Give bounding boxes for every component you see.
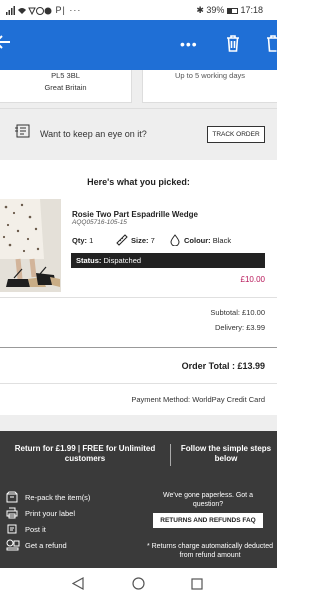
step-label: Print your label [25, 509, 76, 518]
system-status-bar: P| ··· ✱ 39% 17:18 [0, 0, 277, 20]
product-attributes: Qty: 1 Size: 7 Colour: Black [72, 234, 272, 248]
track-prompt: Want to keep an eye on it? [40, 129, 147, 139]
size-label: Size: [131, 236, 149, 245]
battery-percent: 39% [206, 5, 225, 15]
delivery-cost: Delivery: £3.99 [214, 323, 265, 332]
size-attr: Size: 7 [131, 236, 155, 245]
order-heading: Here's what you picked: [87, 177, 190, 187]
box-icon [6, 491, 18, 503]
payment-method: Payment Method: WorldPay Credit Card [131, 395, 265, 404]
address-postcode: PL5 3BL [51, 71, 80, 80]
product-code: AQQ05716-105-15 [72, 219, 127, 226]
status-left-text: P| ··· [55, 5, 82, 15]
colour-attr: Colour: Black [184, 236, 231, 245]
track-order-button[interactable]: TRACK ORDER [207, 126, 265, 143]
status-label: Status: [76, 256, 102, 265]
battery-icon [226, 7, 238, 14]
subtotal: Subtotal: £10.00 [210, 308, 265, 317]
refund-icon [6, 539, 20, 551]
signal-wifi-icons [6, 6, 52, 16]
status-right: ✱ 39% 17:18 [196, 5, 263, 16]
divider [0, 297, 277, 298]
product-image[interactable] [0, 199, 61, 292]
paperless-note: We've gone paperless. Got a question? [163, 492, 253, 508]
colour-label: Colour: [184, 236, 211, 245]
returns-faq-button[interactable]: RETURNS AND REFUNDS FAQ [153, 513, 263, 528]
colour-value: Black [212, 236, 232, 245]
address-cards-band: PL5 3BL Great Britain Up to 5 working da… [0, 70, 277, 108]
ruler-icon [116, 234, 128, 248]
order-summary: Here's what you picked: Rosie Two Part E… [0, 160, 277, 415]
post-icon [6, 523, 18, 535]
app-bar: ••• [0, 20, 280, 70]
size-value: 7 [150, 236, 155, 245]
tracking-icon [15, 124, 31, 143]
nav-recents-icon[interactable] [191, 577, 203, 595]
step-label: Get a refund [25, 541, 67, 550]
printer-icon [6, 507, 18, 519]
nav-home-icon[interactable] [132, 577, 145, 595]
section-gap [0, 415, 277, 431]
address-country: Great Britain [44, 83, 87, 92]
status-value: Dispatched [103, 256, 142, 265]
returns-panel: Return for £1.99 | FREE for Unlimited cu… [0, 431, 277, 568]
divider [170, 444, 171, 466]
status-left: P| ··· [6, 5, 82, 16]
returns-price-title: Return for £1.99 | FREE for Unlimited cu… [14, 444, 156, 463]
order-total: Order Total : £13.99 [181, 361, 265, 371]
clock: 17:18 [240, 5, 263, 15]
returns-charge-note: * Returns charge automatically deducted … [146, 543, 274, 559]
system-nav-bar [0, 568, 277, 600]
delivery-card: Up to 5 working days [142, 70, 277, 103]
trash-icon-secondary[interactable] [266, 34, 280, 57]
nav-back-icon[interactable] [71, 576, 84, 595]
arrow-left-icon[interactable] [0, 34, 12, 54]
more-dots-icon[interactable]: ••• [180, 36, 198, 52]
qty-attr: Qty: 1 [72, 236, 93, 245]
address-card: PL5 3BL Great Britain [0, 70, 132, 103]
divider [0, 347, 277, 348]
returns-steps-title: Follow the simple steps below [180, 444, 272, 463]
dispatch-status: Status: Dispatched [71, 253, 265, 268]
qty-label: Qty: [72, 236, 87, 245]
step-label: Re-pack the item(s) [25, 493, 91, 502]
trash-icon[interactable] [226, 34, 240, 57]
qty-value: 1 [89, 236, 94, 245]
bluetooth-icon: ✱ [196, 5, 204, 15]
colour-drop-icon [170, 234, 180, 248]
product-name[interactable]: Rosie Two Part Espadrille Wedge [72, 210, 198, 219]
divider [0, 383, 277, 384]
delivery-time: Up to 5 working days [174, 71, 246, 80]
item-price: £10.00 [240, 275, 265, 284]
step-label: Post it [25, 525, 46, 534]
track-order-band: Want to keep an eye on it? TRACK ORDER [0, 108, 277, 160]
